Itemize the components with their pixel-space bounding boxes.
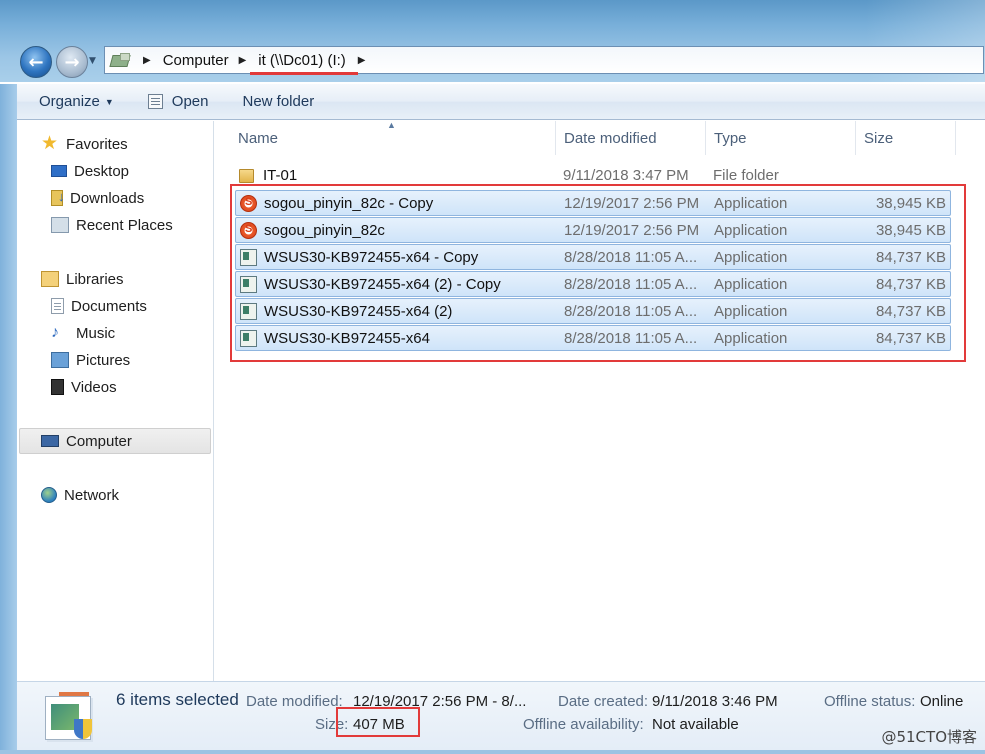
network-icon	[41, 487, 57, 503]
date-created-label: Date created:	[558, 693, 649, 710]
sidebar-item-documents[interactable]: Documents	[51, 295, 147, 317]
sidebar-item-label: Network	[64, 486, 120, 504]
column-divider[interactable]	[955, 121, 956, 155]
command-bar: Organize ▼ Open New folder	[17, 84, 985, 120]
navigation-pane: ★ Favorites Desktop Downloads Recent Pla…	[17, 121, 214, 681]
back-arrow-icon: ←	[28, 51, 44, 73]
file-name: IT-01	[263, 167, 298, 184]
libraries-icon	[41, 271, 59, 287]
watermark: @51CTO博客	[881, 728, 977, 746]
open-label: Open	[171, 93, 209, 110]
new-folder-button[interactable]: New folder	[243, 93, 315, 110]
sidebar-item-recent-places[interactable]: Recent Places	[51, 214, 173, 236]
details-pane: 6 items selected Date modified: 12/19/20…	[17, 681, 985, 750]
desktop-icon	[51, 165, 67, 177]
offline-status-label: Offline status:	[824, 693, 916, 710]
organize-button[interactable]: Organize ▼	[39, 93, 114, 110]
selection-annotation-box	[230, 184, 966, 362]
folder-icon	[239, 169, 254, 183]
breadcrumb-arrow-icon[interactable]: ▶	[358, 55, 366, 66]
breadcrumb-computer[interactable]: Computer	[161, 52, 231, 69]
sidebar-item-label: Pictures	[76, 351, 131, 369]
file-type: File folder	[713, 167, 779, 184]
sidebar-item-libraries[interactable]: Libraries	[41, 268, 124, 290]
multiple-files-icon	[41, 692, 95, 740]
sort-ascending-icon: ▲	[387, 120, 396, 130]
file-date: 9/11/2018 3:47 PM	[563, 167, 689, 184]
sidebar-item-label: Computer	[66, 432, 132, 450]
back-button[interactable]: ←	[20, 46, 52, 78]
address-bar[interactable]: ▶ Computer ▶ it (\\Dc01) (I:) ▶	[104, 46, 984, 75]
sidebar-item-label: Recent Places	[76, 216, 173, 234]
offline-availability-label: Offline availability:	[523, 716, 644, 733]
new-folder-label: New folder	[242, 93, 315, 110]
recent-places-icon	[51, 217, 69, 233]
sidebar-item-computer[interactable]: Computer	[41, 430, 132, 452]
recent-pages-dropdown[interactable]: ▼	[89, 56, 96, 66]
sidebar-item-label: Downloads	[70, 189, 145, 207]
computer-icon	[41, 435, 59, 447]
sidebar-item-music[interactable]: ♪ Music	[51, 322, 115, 344]
chevron-down-icon: ▼	[104, 96, 114, 107]
column-header-name[interactable]: Name	[238, 130, 278, 147]
documents-icon	[51, 298, 64, 314]
selection-count: 6 items selected	[116, 690, 239, 709]
sidebar-item-label: Music	[76, 324, 116, 342]
downloads-icon	[51, 189, 65, 206]
open-button[interactable]: Open	[147, 93, 209, 110]
sidebar-item-label: Videos	[71, 378, 117, 396]
column-header-date[interactable]: Date modified	[564, 130, 657, 147]
size-annotation-box	[336, 707, 420, 737]
sidebar-item-videos[interactable]: Videos	[51, 376, 117, 398]
videos-icon	[51, 379, 64, 395]
sidebar-item-label: Libraries	[66, 270, 124, 288]
date-created-value: 9/11/2018 3:46 PM	[652, 693, 778, 710]
sidebar-item-desktop[interactable]: Desktop	[51, 160, 129, 182]
network-drive-icon	[109, 53, 131, 67]
column-header-size[interactable]: Size	[864, 130, 893, 147]
pictures-icon	[51, 352, 69, 368]
star-icon: ★	[41, 133, 59, 154]
column-divider[interactable]	[705, 121, 706, 155]
sidebar-item-pictures[interactable]: Pictures	[51, 349, 130, 371]
organize-label: Organize	[39, 93, 100, 110]
forward-button[interactable]: →	[56, 46, 88, 78]
date-modified-label: Date modified:	[246, 693, 343, 710]
sidebar-item-label: Favorites	[66, 135, 128, 153]
column-header-type[interactable]: Type	[714, 130, 747, 147]
breadcrumb-arrow-icon[interactable]: ▶	[143, 55, 151, 66]
offline-availability-value: Not available	[652, 716, 739, 733]
window-frame-bottom	[0, 750, 985, 754]
breadcrumb-arrow-icon[interactable]: ▶	[239, 55, 247, 66]
sidebar-item-label: Documents	[71, 297, 147, 315]
music-icon: ♪	[51, 324, 59, 341]
breadcrumb-drive[interactable]: it (\\Dc01) (I:)	[250, 52, 358, 75]
sidebar-item-favorites[interactable]: ★ Favorites	[41, 133, 128, 155]
column-header-row: ▲ Name Date modified Type Size	[215, 120, 975, 155]
column-divider[interactable]	[555, 121, 556, 155]
column-divider[interactable]	[855, 121, 856, 155]
offline-status-value: Online	[920, 693, 964, 710]
window-frame-left	[0, 84, 17, 754]
sidebar-item-network[interactable]: Network	[41, 484, 119, 506]
window-title-area: ← → ▼ ▶ Computer ▶ it (\\Dc01) (I:) ▶	[0, 0, 985, 82]
sidebar-item-downloads[interactable]: Downloads	[51, 187, 144, 209]
sidebar-item-label: Desktop	[74, 162, 130, 180]
forward-arrow-icon: →	[64, 51, 80, 73]
open-icon	[147, 94, 163, 109]
